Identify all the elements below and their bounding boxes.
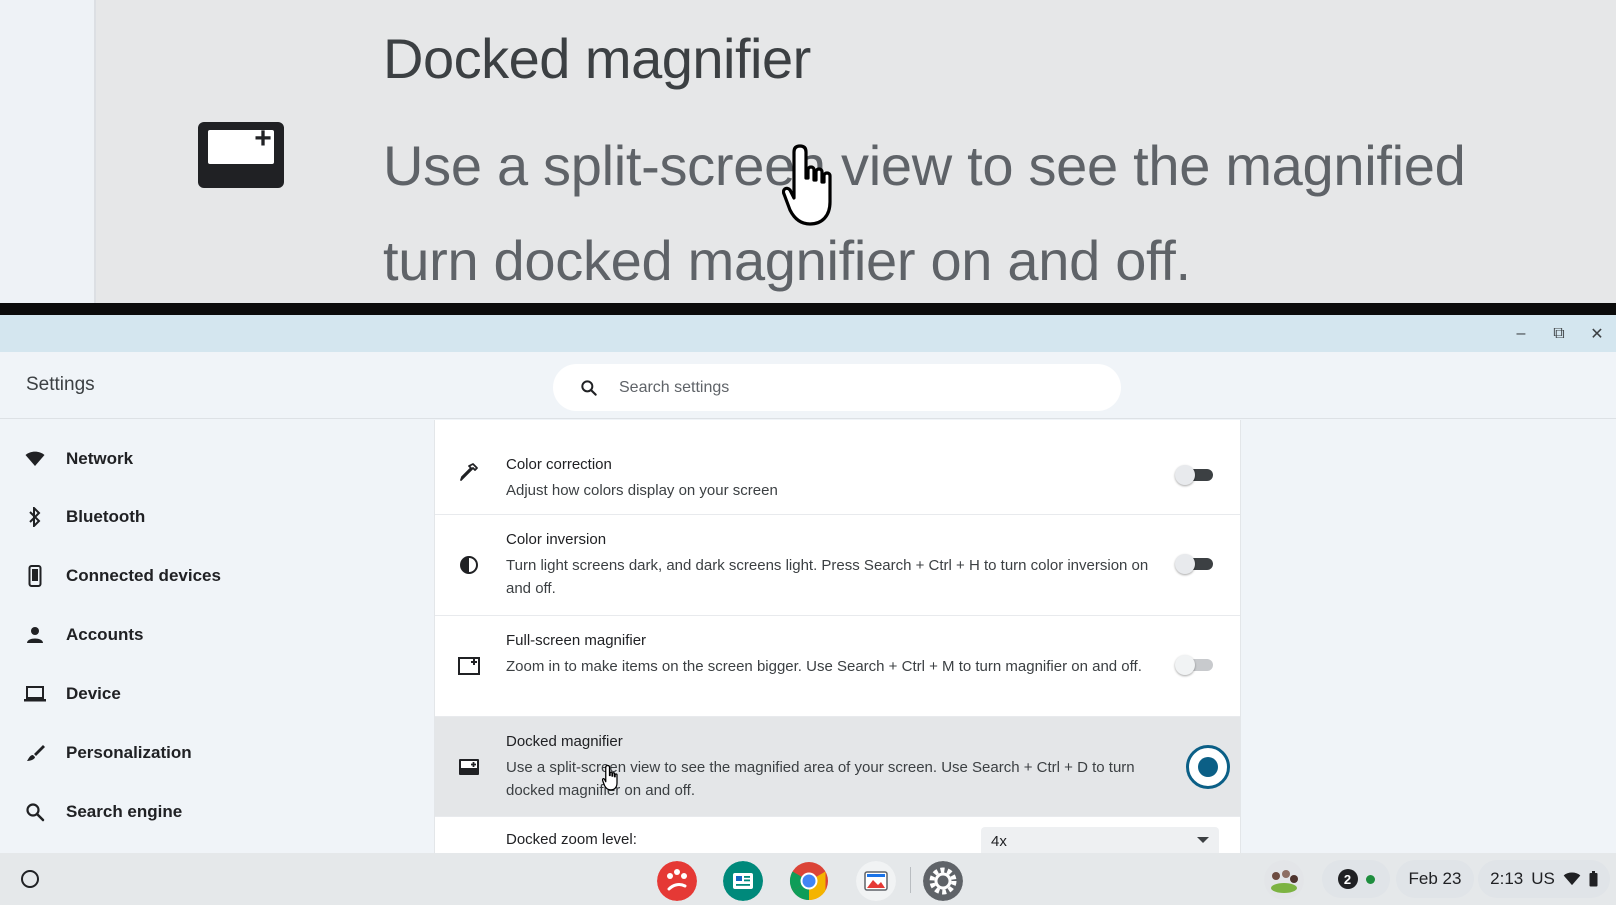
color-inversion-toggle[interactable]	[1175, 553, 1215, 574]
search-icon	[581, 379, 597, 396]
setting-description: Turn light screens dark, and dark screen…	[506, 557, 1149, 597]
laptop-icon	[24, 683, 46, 705]
sidebar-item-label: Accounts	[66, 625, 144, 644]
sidebar-item-label: Search engine	[66, 802, 183, 821]
docked-magnifier-view: + Docked magnifier Use a split-screen vi…	[0, 0, 1616, 303]
fullscreen-magnifier-toggle[interactable]	[1175, 654, 1215, 675]
search-icon	[24, 801, 46, 823]
date-text: Feb 23	[1408, 869, 1462, 888]
sidebar-item-connected-devices[interactable]: Connected devices	[0, 551, 420, 601]
magnified-title: Docked magnifier	[383, 27, 811, 90]
settings-app-icon[interactable]	[923, 861, 963, 901]
setting-row-color-inversion[interactable]: Color inversion Turn light screens dark,…	[435, 515, 1240, 616]
fullscreen-magnifier-icon	[457, 654, 481, 678]
sidebar-item-label: Personalization	[66, 743, 192, 762]
sidebar-item-search-engine[interactable]: Search engine	[0, 787, 420, 837]
chrome-icon[interactable]	[789, 861, 829, 901]
accessibility-panel: Color correction Adjust how colors displ…	[434, 420, 1241, 853]
magnified-hand-cursor-icon	[782, 144, 832, 226]
shelf-separator	[910, 867, 911, 893]
sidebar-item-label: Device	[66, 684, 121, 703]
docked-zoom-level-label: Docked zoom level:	[506, 831, 637, 848]
setting-row-fullscreen-magnifier[interactable]: Full-screen magnifier Zoom in to make it…	[435, 616, 1240, 717]
docked-magnifier-icon	[457, 755, 481, 779]
sidebar-item-personalization[interactable]: Personalization	[0, 728, 420, 778]
launcher-button[interactable]	[14, 863, 46, 895]
notification-tray[interactable]: 2	[1322, 860, 1390, 898]
sidebar-item-accounts[interactable]: Accounts	[0, 610, 420, 660]
hand-cursor-icon	[602, 764, 618, 791]
minimize-button[interactable]: –	[1502, 315, 1540, 352]
search-box[interactable]	[553, 364, 1121, 411]
eyedropper-icon	[457, 460, 481, 484]
phone-icon	[24, 565, 46, 587]
notification-count-badge: 2	[1337, 869, 1358, 889]
person-icon	[24, 624, 46, 646]
launcher-icon	[21, 870, 39, 888]
zoom-level-value: 4x	[991, 833, 1007, 850]
window-controls: – ⧉ ✕	[1502, 315, 1616, 352]
settings-header: Settings	[0, 352, 1616, 419]
sidebar-item-label: Network	[66, 449, 134, 468]
setting-description: Adjust how colors display on your screen	[506, 482, 778, 499]
bluetooth-icon	[24, 506, 46, 528]
setting-title: Docked magnifier	[506, 733, 623, 750]
color-correction-toggle[interactable]	[1175, 464, 1215, 485]
sidebar-item-bluetooth[interactable]: Bluetooth	[0, 492, 420, 542]
restore-button[interactable]: ⧉	[1540, 315, 1578, 352]
sidebar-item-label: Connected devices	[66, 566, 221, 585]
wifi-icon	[1563, 872, 1581, 886]
docked-magnifier-toggle[interactable]	[1186, 745, 1230, 789]
close-button[interactable]: ✕	[1578, 315, 1616, 352]
date-tray[interactable]: Feb 23	[1396, 860, 1474, 898]
magnified-sidebar-edge	[0, 0, 96, 303]
setting-title: Full-screen magnifier	[506, 632, 647, 649]
settings-window: – ⧉ ✕ Settings Network	[0, 315, 1616, 853]
magnified-docked-magnifier-icon: +	[198, 122, 284, 188]
gallery-app-icon[interactable]	[856, 861, 896, 901]
setting-row-docked-magnifier[interactable]: Docked magnifier Use a split-screen view…	[435, 717, 1240, 817]
search-input[interactable]	[619, 378, 1059, 397]
contrast-icon	[457, 553, 481, 577]
page-title: Settings	[26, 374, 95, 395]
avatar[interactable]	[1264, 860, 1304, 900]
battery-icon	[1589, 871, 1598, 887]
brush-icon	[24, 742, 46, 764]
news-app-icon[interactable]	[723, 861, 763, 901]
locale-indicator: US	[1531, 869, 1555, 888]
sidebar: Network Bluetooth Connected devices Acco…	[0, 420, 434, 853]
status-area[interactable]: 2:13 US	[1478, 860, 1610, 898]
clock-text: 2:13	[1490, 869, 1524, 888]
setting-title: Color inversion	[506, 531, 607, 548]
setting-row-color-correction[interactable]: Color correction Adjust how colors displ…	[435, 420, 1240, 515]
title-bar[interactable]: – ⧉ ✕	[0, 315, 1616, 352]
status-dot-icon	[1365, 874, 1375, 884]
settings-content: Network Bluetooth Connected devices Acco…	[0, 420, 1616, 853]
chevron-down-icon	[1197, 837, 1209, 843]
magnifier-divider[interactable]	[0, 303, 1616, 315]
magnified-desc-line-1: Use a split-screen view to see the magni…	[383, 134, 1466, 197]
magnified-desc-line-2: turn docked magnifier on and off.	[383, 229, 1191, 292]
shelf: 2 Feb 23 2:13 US	[0, 853, 1616, 905]
setting-title: Color correction	[506, 456, 612, 473]
sidebar-item-network[interactable]: Network	[0, 434, 420, 484]
docked-zoom-level-select[interactable]: 4x	[981, 827, 1219, 853]
sidebar-item-label: Bluetooth	[66, 507, 146, 526]
wifi-icon	[24, 448, 46, 470]
docked-zoom-level-row: Docked zoom level: 4x	[435, 827, 1240, 853]
magnified-description: Use a split-screen view to see the magni…	[383, 118, 1466, 303]
paint-app-icon[interactable]	[657, 861, 697, 901]
sidebar-item-device[interactable]: Device	[0, 669, 420, 719]
setting-description: Zoom in to make items on the screen bigg…	[506, 658, 1142, 675]
